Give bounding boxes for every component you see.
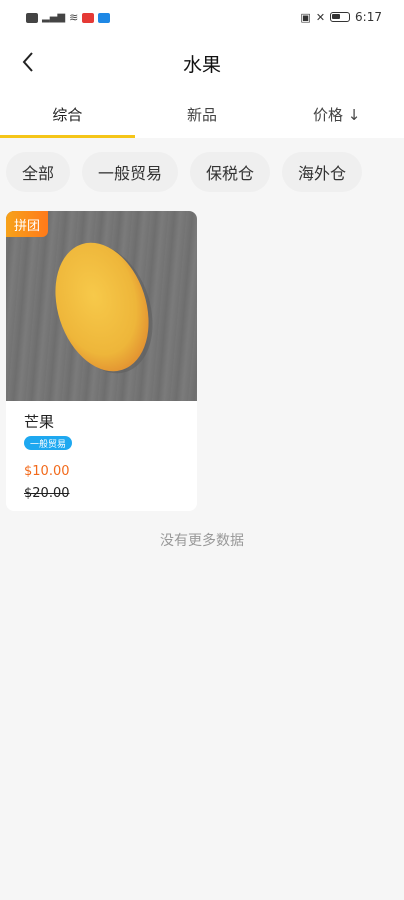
sort-tabs: 综合 新品 价格 ↓ [0, 90, 404, 138]
cloud-notification-icon [98, 12, 111, 23]
product-original-price: $20.00 [24, 486, 70, 501]
filter-overseas-warehouse[interactable]: 海外仓 [282, 152, 363, 192]
wifi-icon: ≋ [69, 11, 79, 24]
mute-icon: ✕ [315, 10, 326, 24]
filter-all[interactable]: 全部 [6, 152, 71, 192]
tab-new[interactable]: 新品 [135, 90, 270, 138]
app-notification-icon [82, 12, 95, 23]
nfc-icon: ▣ [300, 10, 311, 24]
tab-comprehensive[interactable]: 综合 [0, 90, 135, 138]
product-name: 芒果 [24, 413, 55, 431]
status-icons-left: ▂▄▆ ≋ [26, 11, 111, 24]
status-icons-right: ▣ ✕ 6:17 [300, 10, 382, 24]
status-bar: ▂▄▆ ≋ ▣ ✕ 6:17 [0, 0, 404, 36]
battery-icon [330, 12, 351, 22]
status-time: 6:17 [355, 10, 382, 24]
filter-bonded-warehouse[interactable]: 保税仓 [190, 152, 271, 192]
filter-general-trade[interactable]: 一般贸易 [82, 152, 179, 192]
product-price: $10.00 [24, 464, 70, 479]
header: 水果 [0, 36, 404, 90]
group-buy-badge: 拼团 [6, 211, 49, 237]
filter-chips: 全部 一般贸易 保税仓 海外仓 [0, 152, 404, 196]
trade-type-tag: 一般贸易 [24, 436, 73, 450]
sim-icon [26, 12, 38, 23]
page-title: 水果 [182, 54, 221, 76]
tab-price[interactable]: 价格 ↓ [269, 90, 404, 138]
product-image: 拼团 [6, 211, 197, 401]
signal-icon: ▂▄▆ [42, 12, 66, 23]
product-card[interactable]: 拼团 芒果 一般贸易 $10.00 $20.00 [6, 211, 197, 511]
mango-illustration [55, 242, 153, 374]
no-more-data-text: 没有更多数据 [160, 533, 244, 549]
